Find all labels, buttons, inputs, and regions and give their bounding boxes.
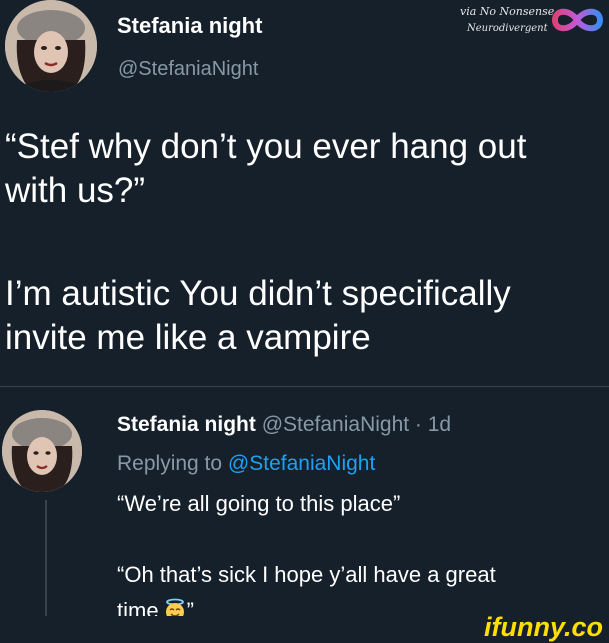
watermark-line1: via No Nonsense xyxy=(460,5,555,18)
reply-meta: @StefaniaNight · 1d xyxy=(261,413,452,436)
mention-link[interactable]: @StefaniaNight xyxy=(228,452,375,475)
tweet-text-line: “Stef why don’t you ever hang out xyxy=(5,127,527,166)
reply-text-line: “Oh that’s sick I hope y’all have a grea… xyxy=(117,562,496,587)
divider xyxy=(0,386,609,387)
infinity-icon xyxy=(550,3,605,37)
reply-avatar[interactable] xyxy=(2,410,82,492)
reply-text-line: “We’re all going to this place” xyxy=(117,491,401,516)
reply-header: Stefania night @StefaniaNight · 1d xyxy=(117,413,451,437)
tweet-text-line: I’m autistic You didn’t specifically xyxy=(5,274,511,313)
tweet-text-line: invite me like a vampire xyxy=(5,318,371,357)
reply-display-name[interactable]: Stefania night xyxy=(117,413,256,436)
avatar[interactable] xyxy=(5,0,97,92)
ifunny-logo: ifunny.co xyxy=(484,612,603,642)
replying-to: Replying to @StefaniaNight xyxy=(117,452,375,476)
watermark-line2: Neurodivergent xyxy=(467,23,548,34)
tweet-text-line: with us?” xyxy=(5,171,146,210)
replying-to-prefix: Replying to xyxy=(117,452,228,475)
handle[interactable]: @StefaniaNight xyxy=(118,58,258,81)
display-name[interactable]: Stefania night xyxy=(117,13,262,39)
